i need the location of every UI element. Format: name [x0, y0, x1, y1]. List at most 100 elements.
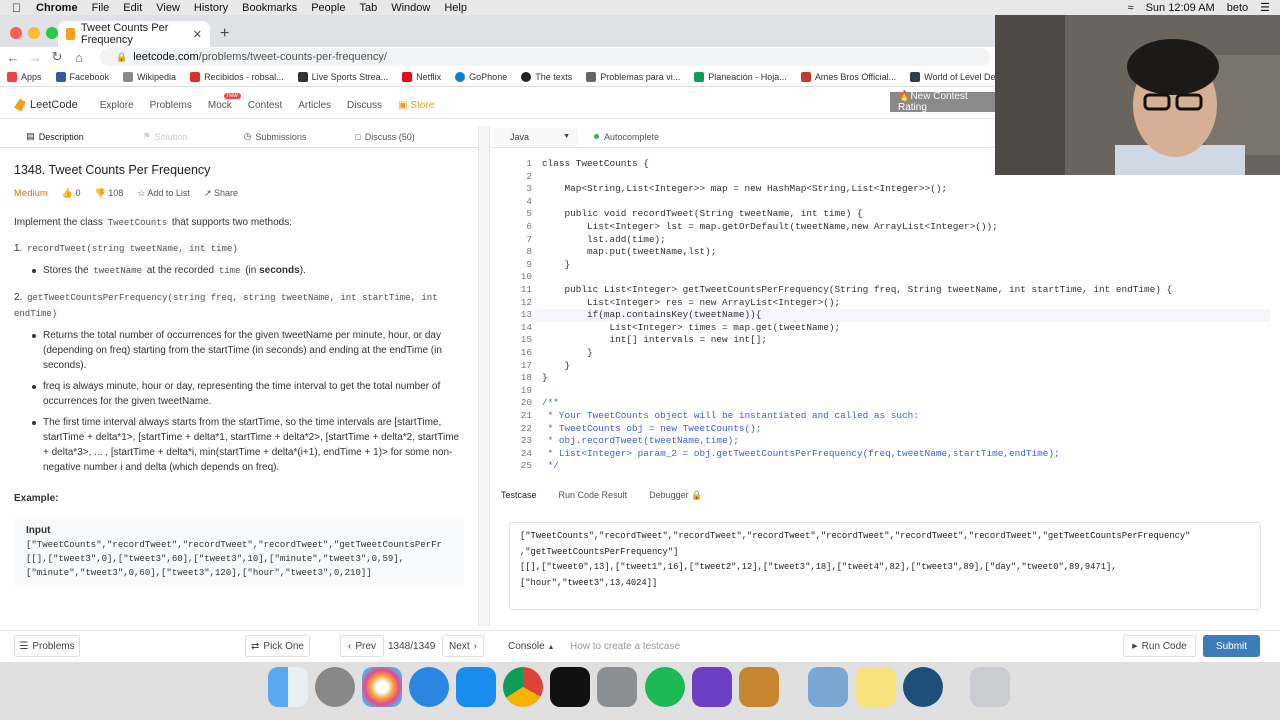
menu-history[interactable]: History [187, 2, 235, 14]
address-bar[interactable]: 🔒 leetcode.com/problems/tweet-counts-per… [100, 48, 990, 66]
prev-button[interactable]: ‹ Prev [340, 635, 384, 657]
pick-one-label: Pick One [263, 640, 304, 652]
new-contest-rating-button[interactable]: 🔥New Contest Rating [890, 91, 998, 113]
new-tab-icon[interactable]: + [220, 25, 229, 43]
pick-one-button[interactable]: ⇄ Pick One [245, 635, 310, 657]
wifi-icon[interactable]: ≈ [1128, 2, 1134, 14]
brand-name: LeetCode [30, 99, 78, 111]
thumbs-up-icon: 👍 [61, 188, 74, 198]
menu-app-name[interactable]: Chrome [29, 2, 85, 14]
close-window-icon[interactable] [10, 27, 22, 39]
menu-bookmarks[interactable]: Bookmarks [235, 2, 304, 14]
problems-button[interactable]: ☰ Problems [14, 635, 80, 657]
code-line: * obj.recordTweet(tweetName,time); [542, 435, 739, 447]
nav-discuss[interactable]: Discuss [339, 100, 390, 111]
notes-icon[interactable] [856, 667, 896, 707]
preview-icon[interactable] [808, 667, 848, 707]
nav-mock[interactable]: Mock new [200, 92, 241, 111]
nav-store-label: Store [410, 99, 435, 111]
menu-window[interactable]: Window [384, 2, 437, 14]
line-number: 13 [520, 309, 532, 321]
quicktime-icon[interactable] [903, 667, 943, 707]
how-to-create-testcase-link[interactable]: How to create a testcase [570, 641, 680, 652]
tab-submissions[interactable]: ◷ Submissions [220, 126, 330, 148]
share-button[interactable]: ↗ Share [204, 186, 238, 201]
launchpad-icon[interactable] [315, 667, 355, 707]
bookmark-facebook[interactable]: Facebook [49, 71, 117, 82]
imovie-icon[interactable] [692, 667, 732, 707]
close-tab-icon[interactable]: ✕ [193, 28, 202, 41]
safari-icon[interactable] [409, 667, 449, 707]
example-input-line: ["TweetCounts","recordTweet","recordTwee… [26, 540, 442, 550]
tab-description[interactable]: ▤ Description [0, 126, 110, 148]
garageband-icon[interactable] [739, 667, 779, 707]
finder-icon[interactable] [268, 667, 308, 707]
tab-debugger[interactable]: Debugger 🔒 [638, 490, 713, 501]
add-to-list-button[interactable]: ☆ Add to List [137, 186, 190, 201]
panel-resize-handle[interactable] [478, 126, 490, 626]
language-select[interactable]: Java ▼ [494, 127, 578, 146]
testcase-input[interactable]: ["TweetCounts","recordTweet","recordTwee… [509, 522, 1261, 610]
code-editor[interactable]: 1 class TweetCounts { 2 3 Map<String,List… [490, 155, 1270, 480]
like-button[interactable]: 👍 0 [62, 186, 81, 201]
browser-tab[interactable]: Tweet Counts Per Frequency ✕ [58, 21, 210, 47]
intellij-icon[interactable] [550, 667, 590, 707]
back-icon[interactable]: ← [2, 50, 24, 65]
bookmark-planeacion[interactable]: Planeación - Hoja... [687, 71, 794, 82]
nav-explore[interactable]: Explore [92, 100, 142, 111]
bookmark-live-sports[interactable]: Live Sports Strea... [291, 71, 396, 82]
tab-solution[interactable]: ⚑ Solution [110, 126, 220, 148]
code: tweetName [91, 266, 144, 276]
console-toggle[interactable]: Console ▲ [508, 641, 554, 652]
line-number: 7 [526, 233, 532, 245]
bookmark-gophone[interactable]: GoPhone [448, 71, 514, 82]
spotify-icon[interactable] [645, 667, 685, 707]
bookmark-problemas[interactable]: Problemas para vi... [579, 71, 687, 82]
menu-view[interactable]: View [149, 2, 187, 14]
tab-testcase[interactable]: Testcase [490, 490, 548, 500]
line-number: 2 [526, 170, 532, 182]
tab-label: Discuss (50) [364, 131, 415, 142]
menu-file[interactable]: File [85, 2, 117, 14]
chrome-icon[interactable] [503, 667, 543, 707]
reload-icon[interactable]: ↻ [46, 49, 68, 65]
bookmark-ames-bros[interactable]: Ames Bros Official... [794, 71, 903, 82]
apple-icon[interactable]:  [0, 1, 29, 15]
trash-icon[interactable] [970, 667, 1010, 707]
menu-list-icon[interactable]: ☰ [1260, 1, 1270, 14]
nav-articles[interactable]: Articles [290, 100, 339, 111]
bookmark-wikipedia[interactable]: Wikipedia [116, 71, 183, 82]
user-name[interactable]: beto [1227, 2, 1248, 14]
minimize-window-icon[interactable] [28, 27, 40, 39]
code-line: List<Integer> lst = map.getOrDefault(twe… [542, 221, 998, 232]
app-store-icon[interactable] [456, 667, 496, 707]
home-icon[interactable]: ⌂ [68, 50, 90, 65]
nav-store[interactable]: ▣ Store [390, 100, 442, 111]
menu-help[interactable]: Help [437, 2, 474, 14]
autocomplete-toggle[interactable]: Autocomplete [594, 132, 659, 142]
dislike-button[interactable]: 👎 108 [95, 186, 124, 201]
submit-button[interactable]: Submit [1203, 635, 1260, 657]
mac-menubar:  Chrome File Edit View History Bookmark… [0, 0, 1280, 15]
tab-run-code-result[interactable]: Run Code Result [548, 490, 639, 500]
leetcode-logo[interactable]: LeetCode [0, 98, 92, 112]
menu-people[interactable]: People [304, 2, 352, 14]
system-preferences-icon[interactable] [597, 667, 637, 707]
next-button[interactable]: Next › [442, 635, 484, 657]
menu-edit[interactable]: Edit [116, 2, 149, 14]
clock[interactable]: Sun 12:09 AM [1146, 2, 1215, 14]
run-code-button[interactable]: ▶ Run Code [1123, 635, 1196, 657]
lock-icon: 🔒 [116, 51, 128, 62]
forward-icon[interactable]: → [24, 50, 46, 65]
facebook-icon [55, 71, 66, 82]
bookmark-netflix[interactable]: Netflix [395, 71, 448, 82]
nav-contest[interactable]: Contest [240, 100, 290, 111]
menu-tab[interactable]: Tab [352, 2, 384, 14]
tab-discuss[interactable]: □ Discuss (50) [330, 126, 440, 148]
photos-icon[interactable] [362, 667, 402, 707]
bookmark-the-texts[interactable]: The texts [514, 71, 579, 82]
bookmark-apps[interactable]: Apps [0, 71, 49, 82]
nav-problems[interactable]: Problems [142, 100, 200, 111]
bookmark-gmail[interactable]: Recibidos - robsal... [183, 71, 291, 82]
maximize-window-icon[interactable] [46, 27, 58, 39]
